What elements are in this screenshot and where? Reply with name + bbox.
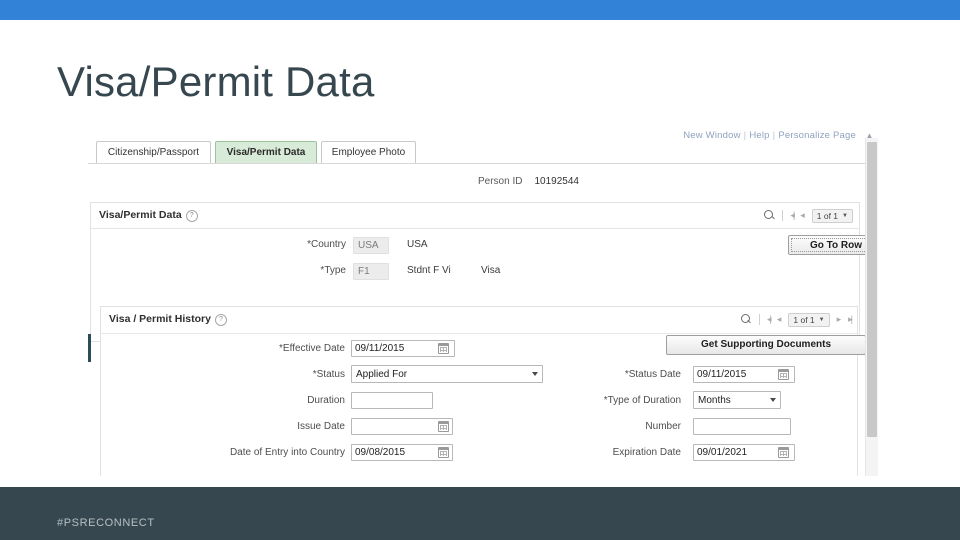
effective-date-row: *Effective Date 09/11/2015 bbox=[101, 339, 857, 365]
top-links-bar: New Window|Help|Personalize Page bbox=[683, 130, 856, 144]
visa-permit-history-header: Visa / Permit History? ◂| ◂ 1 of 1 ▼ ▸ ▸| bbox=[101, 307, 857, 334]
visa-permit-data-header: Visa/Permit Data? ◂| ◂ 1 of 1 ▼ bbox=[91, 203, 859, 229]
help-icon[interactable]: ? bbox=[186, 210, 198, 222]
search-icon[interactable] bbox=[741, 314, 752, 325]
row-pager-value: 1 of 1 bbox=[793, 315, 814, 325]
help-icon[interactable]: ? bbox=[215, 314, 227, 326]
status-dropdown[interactable]: Applied For bbox=[351, 365, 543, 383]
first-row-arrow-icon[interactable]: ◂| bbox=[767, 314, 770, 325]
tab-visa-permit-data[interactable]: Visa/Permit Data bbox=[215, 141, 317, 163]
slide-footer bbox=[0, 487, 960, 540]
calendar-icon[interactable] bbox=[778, 447, 789, 458]
row-pager-value: 1 of 1 bbox=[817, 211, 838, 221]
calendar-icon[interactable] bbox=[778, 369, 789, 380]
visa-permit-history-title-text: Visa / Permit History bbox=[109, 313, 211, 325]
nav-divider bbox=[759, 314, 760, 325]
nav-divider bbox=[782, 210, 783, 221]
type-code-value: F1 bbox=[353, 263, 389, 280]
row-pager[interactable]: 1 of 1 ▼ bbox=[812, 209, 853, 223]
type-row: *Type F1 Stdnt F Vi Visa bbox=[91, 261, 859, 287]
type-description: Stdnt F Vi bbox=[407, 265, 451, 276]
last-row-arrow-icon[interactable]: ▸| bbox=[848, 314, 851, 325]
previous-row-arrow-icon[interactable]: ◂ bbox=[777, 314, 782, 325]
calendar-icon[interactable] bbox=[438, 343, 449, 354]
date-of-entry-label: Date of Entry into Country bbox=[211, 447, 345, 458]
page-title: Visa/Permit Data bbox=[57, 58, 375, 106]
first-row-arrow-icon[interactable]: ◂| bbox=[790, 210, 793, 221]
chevron-down-icon bbox=[770, 398, 776, 402]
person-id-value: 10192544 bbox=[534, 176, 579, 187]
visa-permit-history-title: Visa / Permit History? bbox=[109, 313, 227, 326]
scrollbar-thumb[interactable] bbox=[867, 142, 877, 437]
next-row-arrow-icon[interactable]: ▸ bbox=[837, 314, 842, 325]
issue-date-row: Issue Date Number bbox=[101, 417, 857, 443]
calendar-icon[interactable] bbox=[438, 447, 449, 458]
visa-permit-data-title-text: Visa/Permit Data bbox=[99, 209, 182, 221]
tab-citizenship-passport[interactable]: Citizenship/Passport bbox=[96, 141, 211, 163]
search-icon[interactable] bbox=[764, 210, 775, 221]
country-code-value: USA bbox=[353, 237, 389, 254]
help-link[interactable]: Help bbox=[749, 130, 769, 141]
country-row: *Country USA USA bbox=[91, 235, 859, 261]
person-id-label: Person ID bbox=[478, 176, 522, 187]
calendar-icon[interactable] bbox=[438, 421, 449, 432]
effective-date-label: *Effective Date bbox=[253, 343, 345, 354]
type-of-duration-value: Months bbox=[698, 395, 731, 406]
link-separator-1: | bbox=[744, 130, 747, 141]
duration-row: Duration *Type of Duration Months bbox=[101, 391, 857, 417]
top-accent-bar bbox=[0, 0, 960, 20]
person-id-row: Person ID 10192544 bbox=[478, 176, 579, 187]
chevron-down-icon: ▼ bbox=[819, 317, 825, 323]
link-separator-2: | bbox=[773, 130, 776, 141]
type-label: *Type bbox=[286, 265, 346, 276]
row-pager[interactable]: 1 of 1 ▼ bbox=[788, 313, 829, 327]
tab-underline bbox=[88, 163, 878, 164]
visa-permit-data-nav: ◂| ◂ 1 of 1 ▼ bbox=[764, 207, 853, 224]
number-label: Number bbox=[621, 421, 681, 432]
visa-permit-history-panel: Visa / Permit History? ◂| ◂ 1 of 1 ▼ ▸ ▸|… bbox=[100, 306, 858, 478]
country-label: *Country bbox=[286, 239, 346, 250]
status-date-label: *Status Date bbox=[601, 369, 681, 380]
status-row: *Status Applied For *Status Date 09/11/2… bbox=[101, 365, 857, 391]
tab-employee-photo[interactable]: Employee Photo bbox=[321, 141, 416, 163]
content-bottom-edge bbox=[88, 476, 878, 480]
visa-permit-history-nav: ◂| ◂ 1 of 1 ▼ ▸ ▸| bbox=[741, 311, 851, 328]
chevron-down-icon: ▼ bbox=[842, 213, 848, 219]
number-input[interactable] bbox=[693, 418, 791, 435]
type-category: Visa bbox=[481, 265, 500, 276]
left-accent-marker bbox=[88, 334, 91, 362]
visa-permit-data-title: Visa/Permit Data? bbox=[99, 209, 198, 222]
duration-label: Duration bbox=[279, 395, 345, 406]
type-of-duration-label: *Type of Duration bbox=[581, 395, 681, 406]
footer-hashtag: #PSRECONNECT bbox=[57, 517, 155, 529]
personalize-page-link[interactable]: Personalize Page bbox=[778, 130, 856, 141]
new-window-link[interactable]: New Window bbox=[683, 130, 740, 141]
chevron-down-icon bbox=[532, 372, 538, 376]
peoplesoft-screenshot: New Window|Help|Personalize Page ▲ Citiz… bbox=[88, 128, 878, 480]
status-dropdown-value: Applied For bbox=[356, 369, 407, 380]
expiration-date-label: Expiration Date bbox=[593, 447, 681, 458]
vertical-scrollbar[interactable] bbox=[865, 138, 878, 480]
country-description: USA bbox=[407, 239, 428, 250]
slide: Visa/Permit Data New Window|Help|Persona… bbox=[0, 0, 960, 540]
previous-row-arrow-icon[interactable]: ◂ bbox=[800, 210, 805, 221]
date-of-entry-row: Date of Entry into Country 09/08/2015 Ex… bbox=[101, 443, 857, 469]
duration-input[interactable] bbox=[351, 392, 433, 409]
type-of-duration-dropdown[interactable]: Months bbox=[693, 391, 781, 409]
status-label: *Status bbox=[277, 369, 345, 380]
issue-date-label: Issue Date bbox=[281, 421, 345, 432]
